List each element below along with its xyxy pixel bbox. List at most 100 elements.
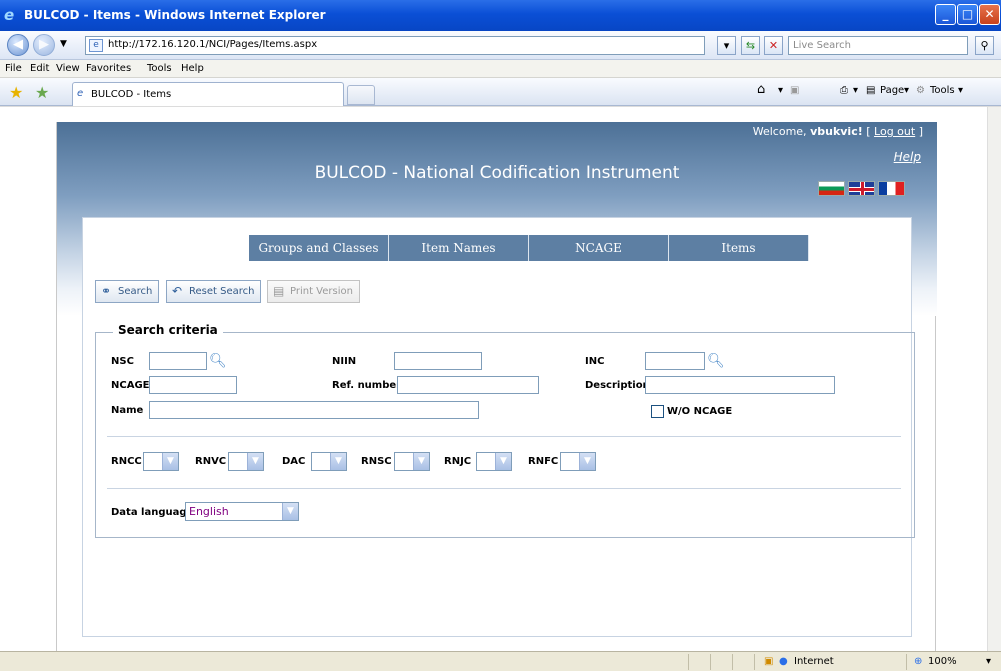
help-link[interactable]: Help — [894, 150, 921, 164]
favorites-star-icon[interactable]: ★ — [9, 83, 23, 102]
maximize-button[interactable]: □ — [957, 4, 978, 25]
zoom-dropdown-icon[interactable]: ▾ — [986, 656, 991, 667]
rnsc-label: RNSC — [361, 456, 392, 467]
page-menu[interactable]: Page — [880, 85, 904, 96]
description-input[interactable] — [645, 376, 835, 394]
uk-flag-icon[interactable] — [848, 181, 875, 196]
search-button[interactable]: ⚭ Search — [95, 280, 160, 303]
search-criteria-legend: Search criteria — [113, 323, 223, 337]
zoom-level[interactable]: 100% — [928, 656, 957, 667]
feeds-icon[interactable]: ▣ — [790, 85, 799, 96]
ref-number-label: Ref. number — [332, 380, 402, 391]
close-button[interactable]: ✕ — [979, 4, 1000, 25]
search-button-label: Search — [118, 286, 153, 297]
inc-input[interactable] — [645, 352, 705, 370]
rnfc-select[interactable]: ▼ — [560, 452, 596, 471]
ncage-input[interactable] — [149, 376, 237, 394]
history-dropdown-icon[interactable]: ▼ — [60, 39, 67, 49]
wo-ncage-label: W/O NCAGE — [667, 406, 733, 417]
browser-tab-row: ★ ★ e BULCOD - Items ⌂ ▾ ▣ ⎙ ▾ ▤ Page ▾ … — [0, 78, 1001, 106]
status-segment — [732, 654, 733, 670]
bulgarian-flag-icon[interactable] — [818, 181, 845, 196]
address-bar: ◀ ▶ ▼ e http://172.16.120.1/NCI/Pages/It… — [0, 31, 1001, 60]
inc-label: INC — [585, 356, 605, 367]
inc-search-icon[interactable]: 🔍︎ — [707, 354, 725, 368]
criteria-separator-2 — [107, 488, 901, 489]
data-language-select[interactable]: English ▼ — [185, 502, 299, 521]
menu-view[interactable]: View — [56, 63, 80, 74]
vertical-scrollbar[interactable] — [987, 107, 1001, 651]
refresh-button[interactable]: ⇆ — [741, 36, 760, 55]
add-favorites-icon[interactable]: ★ — [35, 83, 49, 102]
menu-favorites[interactable]: Favorites — [86, 63, 131, 74]
home-icon[interactable]: ⌂ — [757, 82, 765, 97]
rnsc-select[interactable]: ▼ — [394, 452, 430, 471]
tab-groups-and-classes[interactable]: Groups and Classes — [249, 235, 389, 261]
page-icon: ▤ — [866, 85, 876, 96]
rnjc-label: RNJC — [444, 456, 472, 467]
window-title: BULCOD - Items - Windows Internet Explor… — [24, 8, 326, 22]
welcome-text: Welcome, vbukvic! [ Log out ] — [752, 125, 923, 138]
rncc-label: RNCC — [111, 456, 142, 467]
rnjc-select[interactable]: ▼ — [476, 452, 512, 471]
ref-number-input[interactable] — [397, 376, 539, 394]
printer-icon: ▤ — [273, 284, 285, 298]
french-flag-icon[interactable] — [878, 181, 905, 196]
tab-items[interactable]: Items — [669, 235, 809, 261]
wo-ncage-checkbox[interactable] — [651, 405, 664, 418]
status-segment — [754, 654, 755, 670]
minimize-button[interactable]: _ — [935, 4, 956, 25]
menu-tools[interactable]: Tools — [147, 63, 172, 74]
reset-search-button[interactable]: ↶ Reset Search — [166, 280, 262, 303]
status-bar: ▣ ● Internet ⊕ 100% ▾ — [0, 651, 1001, 671]
niin-input[interactable] — [394, 352, 482, 370]
niin-label: NIIN — [332, 356, 357, 367]
status-segment — [906, 654, 907, 670]
print-button-label: Print Version — [290, 286, 353, 297]
chevron-down-icon: ▼ — [162, 453, 178, 470]
nsc-search-icon[interactable]: 🔍︎ — [209, 354, 227, 368]
tab-ncage[interactable]: NCAGE — [529, 235, 669, 261]
chevron-down-icon: ▼ — [495, 453, 511, 470]
back-button[interactable]: ◀ — [7, 34, 29, 56]
home-dropdown-icon[interactable]: ▾ — [778, 85, 783, 96]
print-icon[interactable]: ⎙ — [840, 85, 848, 96]
url-input[interactable]: e http://172.16.120.1/NCI/Pages/Items.as… — [85, 36, 705, 55]
chevron-down-icon: ▼ — [579, 453, 595, 470]
ie-logo-icon: e — [4, 6, 15, 24]
rncc-select[interactable]: ▼ — [143, 452, 179, 471]
live-search-input[interactable]: Live Search — [788, 36, 968, 55]
protected-mode-icon: ▣ — [764, 656, 774, 667]
menu-bar: File Edit View Favorites Tools Help — [0, 60, 1001, 78]
page-container: Welcome, vbukvic! [ Log out ] Help BULCO… — [56, 122, 937, 652]
search-go-icon[interactable]: ⚲ — [975, 36, 994, 55]
chevron-down-icon: ▼ — [330, 453, 346, 470]
zoom-icon: ⊕ — [914, 656, 923, 667]
menu-edit[interactable]: Edit — [30, 63, 49, 74]
page-icon: e — [89, 39, 103, 52]
dac-select[interactable]: ▼ — [311, 452, 347, 471]
menu-file[interactable]: File — [5, 63, 22, 74]
new-tab-button[interactable] — [347, 85, 375, 105]
criteria-separator-1 — [107, 436, 901, 437]
name-label: Name — [111, 405, 144, 416]
name-input[interactable] — [149, 401, 479, 419]
print-dropdown-icon[interactable]: ▾ — [853, 85, 858, 96]
undo-icon: ↶ — [172, 284, 183, 298]
url-dropdown-icon[interactable]: ▾ — [717, 36, 736, 55]
forward-button[interactable]: ▶ — [33, 34, 55, 56]
tab-item-names[interactable]: Item Names — [389, 235, 529, 261]
chevron-down-icon: ▼ — [413, 453, 429, 470]
gear-icon: ⚙ — [916, 85, 925, 96]
status-segment — [710, 654, 711, 670]
data-language-label: Data language — [111, 507, 194, 518]
nsc-input[interactable] — [149, 352, 207, 370]
rnvc-select[interactable]: ▼ — [228, 452, 264, 471]
page-dropdown-icon: ▾ — [904, 85, 910, 96]
menu-help[interactable]: Help — [181, 63, 204, 74]
print-version-button[interactable]: ▤ Print Version — [267, 280, 360, 303]
browser-tab[interactable]: e BULCOD - Items — [72, 82, 344, 106]
tools-menu[interactable]: Tools — [930, 85, 955, 96]
logout-link[interactable]: Log out — [874, 125, 915, 138]
stop-button[interactable]: ✕ — [764, 36, 783, 55]
